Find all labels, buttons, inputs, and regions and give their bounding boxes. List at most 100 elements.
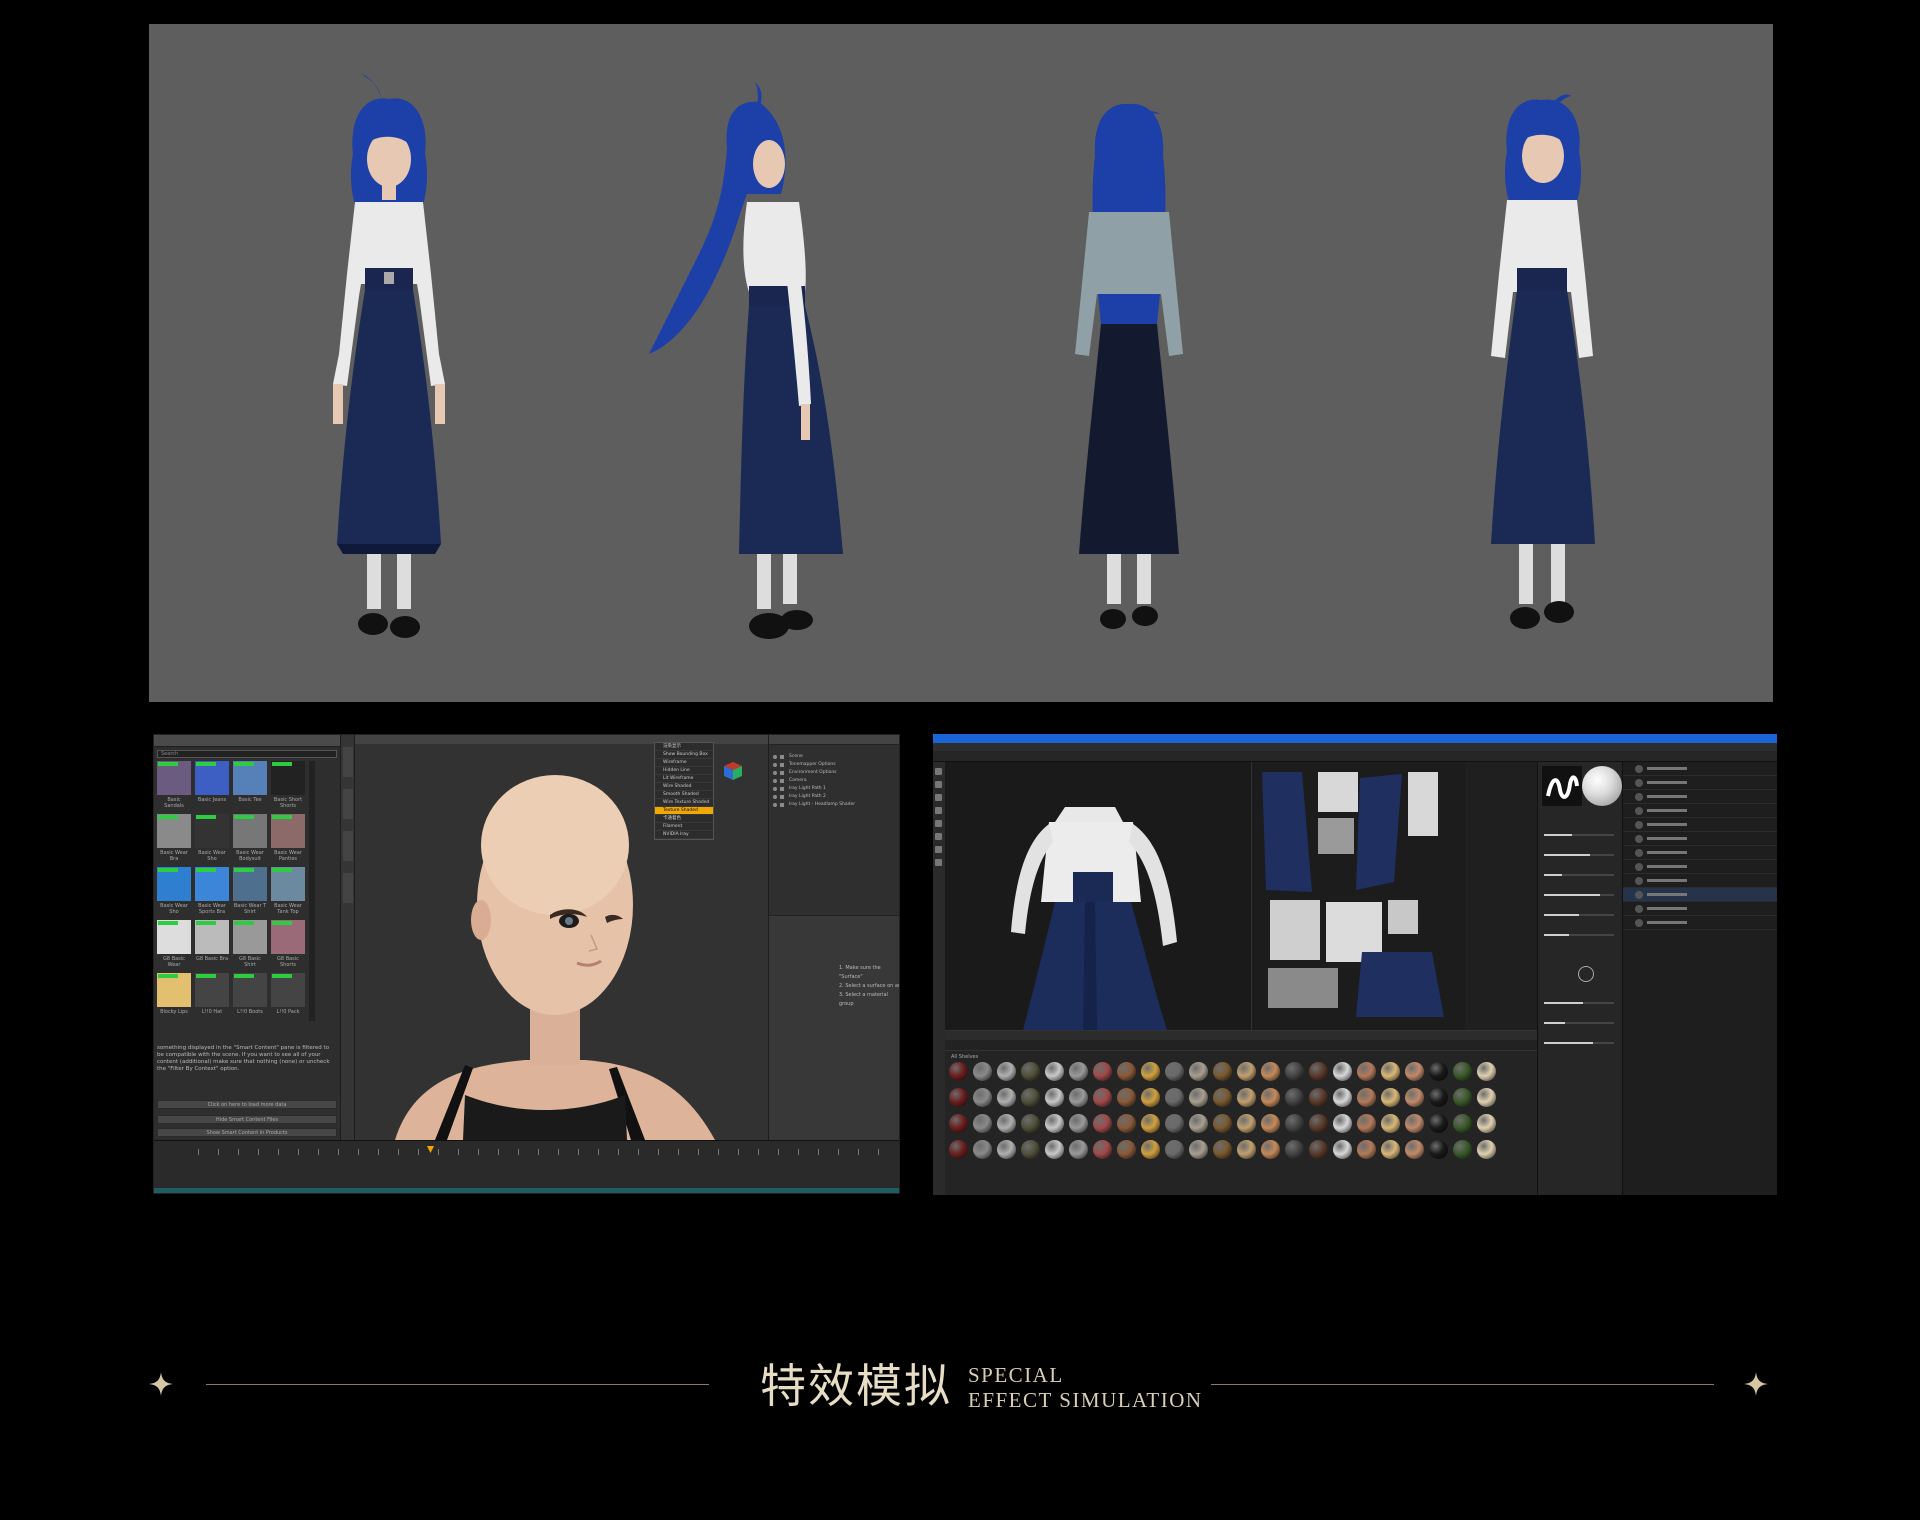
material-swatch[interactable]	[1045, 1062, 1064, 1081]
layer-row[interactable]	[1623, 804, 1777, 818]
content-tile[interactable]: Basic Sandals	[157, 761, 191, 814]
material-swatch[interactable]	[949, 1114, 968, 1133]
material-swatch[interactable]	[1213, 1088, 1232, 1107]
material-swatch[interactable]	[997, 1062, 1016, 1081]
material-swatch[interactable]	[1477, 1062, 1496, 1081]
material-swatch[interactable]	[1141, 1140, 1160, 1159]
content-tile[interactable]: Basic Tee	[233, 761, 267, 814]
content-tile[interactable]: Basic Wear Bodysuit	[233, 814, 267, 867]
material-swatch[interactable]	[1093, 1062, 1112, 1081]
material-swatch[interactable]	[1237, 1062, 1256, 1081]
material-swatch[interactable]	[1285, 1114, 1304, 1133]
3d-viewport[interactable]	[945, 762, 1251, 1030]
material-swatch[interactable]	[1429, 1088, 1448, 1107]
layer-row[interactable]	[1623, 818, 1777, 832]
layer-row[interactable]	[1623, 832, 1777, 846]
content-tile[interactable]: Basic Wear Bra	[157, 814, 191, 867]
menu-item[interactable]: Hidden Line	[655, 767, 713, 775]
projection-tool-icon[interactable]	[935, 794, 942, 801]
material-swatch[interactable]	[1381, 1140, 1400, 1159]
material-swatch[interactable]	[1045, 1114, 1064, 1133]
pane-tabs[interactable]	[769, 735, 899, 745]
material-preview-sphere[interactable]	[1582, 766, 1622, 806]
eraser-tool-icon[interactable]	[935, 781, 942, 788]
material-swatch[interactable]	[1285, 1140, 1304, 1159]
slider[interactable]	[1544, 1042, 1614, 1044]
material-swatch[interactable]	[1333, 1140, 1352, 1159]
material-swatch[interactable]	[997, 1114, 1016, 1133]
material-swatch[interactable]	[1429, 1140, 1448, 1159]
material-swatch[interactable]	[1189, 1140, 1208, 1159]
bake-tool-icon[interactable]	[935, 859, 942, 866]
material-swatch[interactable]	[1237, 1140, 1256, 1159]
material-swatch[interactable]	[1189, 1114, 1208, 1133]
material-swatch[interactable]	[1477, 1140, 1496, 1159]
material-swatch[interactable]	[1213, 1140, 1232, 1159]
view-cube-icon[interactable]	[723, 761, 743, 781]
content-tile[interactable]: L!!0 Hat	[195, 973, 229, 1026]
picker-tool-icon[interactable]	[935, 846, 942, 853]
layer-row[interactable]	[1623, 874, 1777, 888]
material-swatch[interactable]	[973, 1062, 992, 1081]
vertical-tab[interactable]	[343, 873, 353, 903]
content-tile[interactable]: Basic Wear Tank Top	[271, 867, 305, 920]
content-tile[interactable]: Basic Wear Sports Bra	[195, 867, 229, 920]
polygon-fill-icon[interactable]	[935, 807, 942, 814]
material-swatch[interactable]	[949, 1088, 968, 1107]
material-swatch[interactable]	[1381, 1062, 1400, 1081]
material-swatch[interactable]	[1189, 1088, 1208, 1107]
material-swatch[interactable]	[949, 1062, 968, 1081]
vertical-tab[interactable]	[343, 747, 353, 777]
material-swatch[interactable]	[1165, 1114, 1184, 1133]
material-swatch[interactable]	[997, 1088, 1016, 1107]
material-swatch[interactable]	[1309, 1062, 1328, 1081]
menu-item[interactable]: Lit Wireframe	[655, 775, 713, 783]
menu-bar[interactable]	[933, 743, 1777, 751]
3d-viewport[interactable]: 渲染显示 Show Bounding Box Wireframe Hidden …	[355, 735, 768, 1140]
search-input[interactable]: Search	[157, 750, 337, 758]
paint-tool-icon[interactable]	[935, 768, 942, 775]
material-swatch[interactable]	[1453, 1088, 1472, 1107]
material-swatch[interactable]	[1309, 1088, 1328, 1107]
scene-item[interactable]: Scene	[769, 753, 899, 761]
material-swatch[interactable]	[1285, 1062, 1304, 1081]
material-swatch[interactable]	[1357, 1140, 1376, 1159]
material-swatch[interactable]	[1021, 1114, 1040, 1133]
clone-tool-icon[interactable]	[935, 833, 942, 840]
material-swatch[interactable]	[1381, 1088, 1400, 1107]
layer-row[interactable]	[1623, 888, 1777, 902]
material-swatch[interactable]	[1141, 1088, 1160, 1107]
material-swatch[interactable]	[1237, 1114, 1256, 1133]
material-swatch[interactable]	[1309, 1140, 1328, 1159]
material-swatch[interactable]	[1429, 1062, 1448, 1081]
brush-preview[interactable]	[1542, 766, 1582, 806]
content-tile[interactable]: Basic Wear Panties	[271, 814, 305, 867]
material-swatch[interactable]	[1165, 1088, 1184, 1107]
material-swatch[interactable]	[1045, 1140, 1064, 1159]
scene-item[interactable]: Iray Light - Headlamp Shader	[769, 801, 899, 809]
show-products-button[interactable]: Show Smart Content in Products	[157, 1128, 337, 1137]
layer-row[interactable]	[1623, 762, 1777, 776]
material-swatch[interactable]	[1093, 1114, 1112, 1133]
content-tile[interactable]: G8 Basic Wear	[157, 920, 191, 973]
material-swatch[interactable]	[1405, 1088, 1424, 1107]
material-swatch[interactable]	[1453, 1140, 1472, 1159]
slider[interactable]	[1544, 854, 1614, 856]
material-swatch[interactable]	[1357, 1114, 1376, 1133]
material-swatch[interactable]	[1333, 1114, 1352, 1133]
material-swatch[interactable]	[1021, 1140, 1040, 1159]
material-swatch[interactable]	[1117, 1114, 1136, 1133]
content-tile[interactable]: G8 Basic Bra	[195, 920, 229, 973]
layer-row[interactable]	[1623, 902, 1777, 916]
material-swatch[interactable]	[1189, 1062, 1208, 1081]
shelf-filter-label[interactable]: All Shelves	[951, 1054, 978, 1060]
material-swatch[interactable]	[1261, 1114, 1280, 1133]
slider[interactable]	[1544, 914, 1614, 916]
material-swatch[interactable]	[1357, 1062, 1376, 1081]
slider[interactable]	[1544, 1002, 1614, 1004]
material-swatch[interactable]	[1477, 1088, 1496, 1107]
scene-item[interactable]: Iray Light Path 1	[769, 785, 899, 793]
menu-item-selected[interactable]: Texture Shaded	[655, 807, 713, 815]
slider[interactable]	[1544, 894, 1614, 896]
material-swatch[interactable]	[1117, 1088, 1136, 1107]
